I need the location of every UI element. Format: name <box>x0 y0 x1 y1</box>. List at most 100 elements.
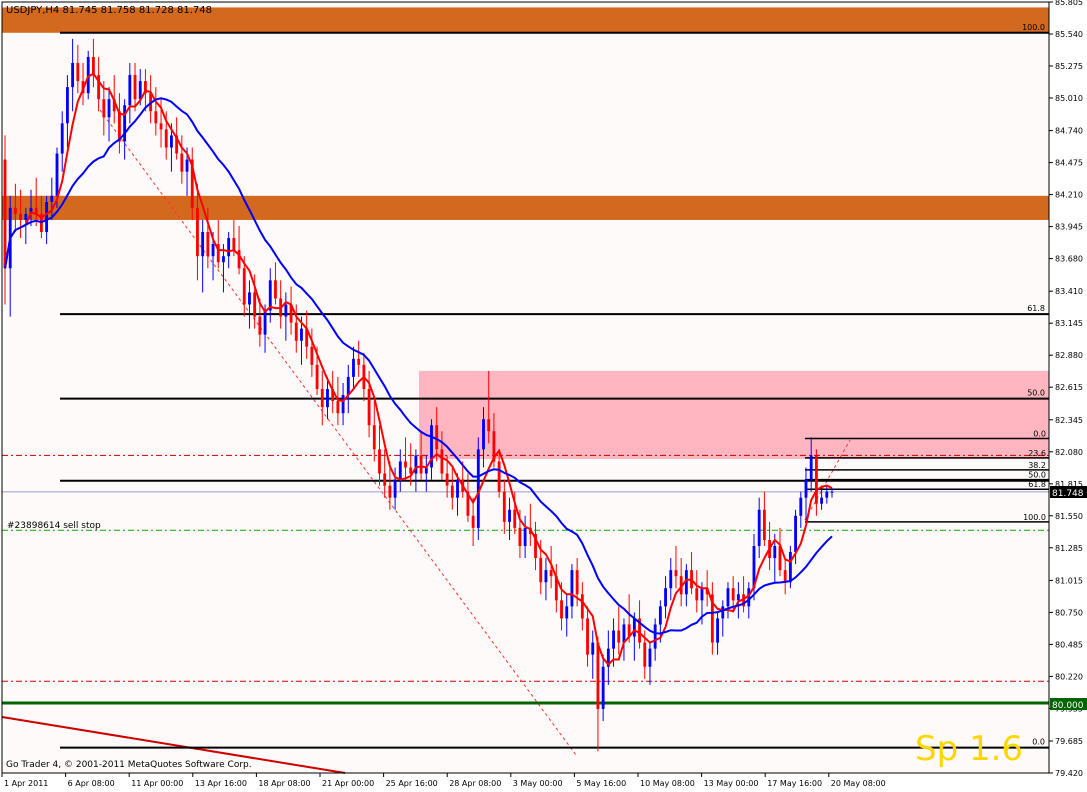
fib-level-label-1: 61.8 <box>1027 304 1045 313</box>
candle-body <box>601 666 605 710</box>
candle-body <box>482 419 485 450</box>
x-tick-label: 13 Apr 16:00 <box>195 779 247 788</box>
candle-body <box>658 606 662 625</box>
candle-body <box>502 491 506 522</box>
candle-body <box>372 425 376 450</box>
x-tick-label: 21 Apr 00:00 <box>322 779 374 788</box>
y-tick-label: 85.540 <box>1055 30 1083 39</box>
candle-body <box>352 358 355 377</box>
candle-body <box>133 75 137 100</box>
y-tick-label: 81.015 <box>1055 576 1083 585</box>
candle-body <box>320 389 324 408</box>
candle-body <box>398 461 402 480</box>
candle-body <box>294 322 298 341</box>
y-tick-label: 82.880 <box>1055 351 1083 360</box>
chart-header: USDJPY,H4 81.745 81.758 81.728 81.748 <box>6 5 212 16</box>
x-tick-label: 5 May 16:00 <box>576 779 626 788</box>
x-tick-label: 18 Apr 08:00 <box>258 779 310 788</box>
candle-body <box>404 461 407 468</box>
candle-body <box>170 135 173 148</box>
candle-body <box>55 153 59 196</box>
candle-body <box>814 455 818 504</box>
y-tick-label: 80.485 <box>1055 640 1083 649</box>
y-tick-label: 83.680 <box>1055 255 1083 264</box>
candle-body <box>76 62 80 82</box>
price-chart[interactable]: 100.061.850.00.00.023.638.250.061.8100.0… <box>0 0 1087 792</box>
orange-zone-1 <box>2 195 1049 220</box>
candle-body <box>248 292 251 305</box>
y-tick-label: 83.945 <box>1055 223 1083 232</box>
candle-body <box>3 159 7 269</box>
candle-body <box>523 527 527 546</box>
candle-body <box>497 461 501 492</box>
candle-body <box>440 449 444 474</box>
candle-body <box>274 280 277 299</box>
candle-body <box>357 358 361 365</box>
candle-body <box>336 401 340 414</box>
pink-zone-2 <box>419 370 1049 460</box>
y-tick-label: 79.685 <box>1055 737 1083 746</box>
candle-body <box>315 364 319 390</box>
candle-body <box>804 479 808 498</box>
copyright-footer: Go Trader 4, © 2001-2011 MetaQuotes Soft… <box>6 760 252 770</box>
candle-body <box>50 195 54 202</box>
y-tick-label: 85.275 <box>1055 62 1083 71</box>
candle-body <box>206 232 210 257</box>
candle-body <box>580 594 584 619</box>
candle-body <box>445 473 449 486</box>
candle-body <box>716 618 719 643</box>
candle-body <box>419 455 423 474</box>
candle-body <box>201 232 205 257</box>
candle-body <box>648 648 652 667</box>
candle-body <box>300 328 303 341</box>
svg-text:81.748: 81.748 <box>1052 489 1084 499</box>
candle-body <box>310 346 314 365</box>
x-tick-label: 10 May 08:00 <box>640 779 695 788</box>
candle-body <box>185 159 189 172</box>
candle-body <box>13 207 17 214</box>
candle-body <box>378 449 381 474</box>
fib-small-label-5: 100.0 <box>1023 513 1046 522</box>
candle-body <box>180 153 184 172</box>
candle-body <box>393 479 397 498</box>
candle-body <box>809 455 813 480</box>
candle-body <box>549 570 553 577</box>
candle-body <box>762 509 766 540</box>
y-tick-label: 81.550 <box>1055 512 1083 521</box>
candle-body <box>19 213 23 220</box>
y-tick-label: 80.220 <box>1055 672 1083 681</box>
candle-body <box>253 292 257 317</box>
support-level-tag: 80.000 <box>1050 698 1087 711</box>
candle-body <box>102 99 106 118</box>
candle-body <box>65 87 69 124</box>
svg-text:80.000: 80.000 <box>1052 701 1084 711</box>
fib-level-label-2: 50.0 <box>1027 389 1045 398</box>
candle-body <box>586 618 589 655</box>
fib-level-label-4: 0.0 <box>1032 738 1045 747</box>
candle-body <box>591 642 595 655</box>
candle-body <box>346 376 350 396</box>
y-tick-label: 79.420 <box>1055 769 1083 778</box>
x-tick-label: 13 May 00:00 <box>704 779 759 788</box>
candle-body <box>757 509 761 546</box>
x-tick-label: 25 Apr 16:00 <box>386 779 438 788</box>
candle-body <box>456 479 459 498</box>
candle-body <box>544 570 548 583</box>
x-tick-label: 3 May 00:00 <box>513 779 563 788</box>
candle-body <box>669 570 673 589</box>
candle-body <box>788 552 792 583</box>
current-price-tag: 81.748 <box>1050 486 1087 499</box>
x-tick-label: 28 Apr 08:00 <box>449 779 501 788</box>
candle-body <box>383 473 387 486</box>
candle-body <box>284 304 288 317</box>
candle-body <box>326 389 329 408</box>
candle-body <box>773 545 777 559</box>
candle-body <box>570 570 574 607</box>
candle-body <box>471 515 475 528</box>
candle-body <box>388 485 392 498</box>
candle-body <box>508 509 511 522</box>
candle-body <box>196 207 199 257</box>
candle-body <box>653 624 657 649</box>
candle-body <box>632 618 636 637</box>
candle-body <box>721 606 725 619</box>
